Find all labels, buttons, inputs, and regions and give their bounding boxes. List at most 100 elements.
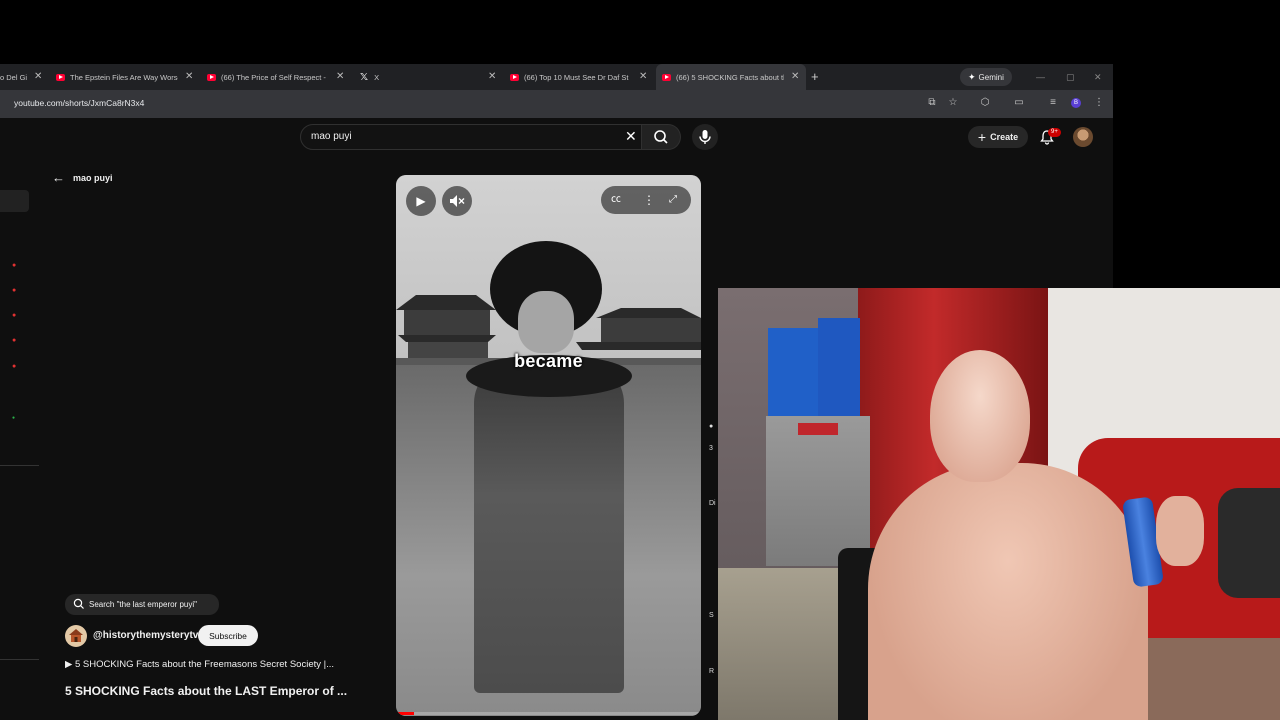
search-icon [73, 598, 85, 612]
account-avatar[interactable] [1073, 127, 1093, 147]
tab-close-icon[interactable]: ✕ [185, 64, 193, 90]
new-content-dot-icon: ● [12, 415, 16, 421]
progress-track[interactable] [396, 712, 701, 715]
tab-title: X [374, 72, 380, 82]
side-panel-icon[interactable]: ▭ [1012, 96, 1026, 110]
install-app-icon[interactable]: ⧉ [925, 96, 939, 110]
play-button[interactable]: ▶ [406, 186, 436, 216]
back-arrow-icon: ← [52, 170, 65, 185]
video-caption: became [514, 351, 583, 371]
sidebar-divider [0, 659, 39, 660]
webcam-pillow [1218, 488, 1280, 598]
youtube-icon [510, 73, 519, 81]
muted-speaker-icon [450, 195, 465, 207]
top-black-area [0, 0, 1280, 64]
temple-logo-icon [69, 629, 83, 642]
fullscreen-icon[interactable]: ⤢ [669, 186, 677, 214]
browser-tab-active[interactable]: (66) 5 SHOCKING Facts about th [656, 64, 806, 90]
progress-fill [396, 712, 414, 715]
live-indicator-icon: ● [12, 312, 17, 319]
close-window-icon[interactable]: ✕ [1094, 64, 1102, 90]
webcam-mini-fridge [766, 416, 870, 566]
related-playlist-link[interactable]: ▶ 5 SHOCKING Facts about the Freemasons … [65, 659, 334, 670]
subscribe-button[interactable]: Subscribe [198, 625, 258, 646]
shorts-video-player[interactable]: became ▶ ㏄ ⋮ ⤢ [396, 175, 701, 716]
extensions-icon[interactable]: ⬡ [978, 96, 992, 110]
back-to-search[interactable]: ← mao puyi [52, 170, 113, 185]
child-face [518, 291, 574, 353]
tab-close-icon[interactable]: ✕ [639, 64, 647, 90]
action-label-partial: R [709, 668, 715, 675]
microphone-icon [699, 130, 711, 144]
browser-tab[interactable]: The Epstein Files Are Way Worse [56, 64, 178, 90]
create-button[interactable]: + Create [968, 126, 1028, 148]
youtube-icon [207, 73, 216, 81]
video-title: 5 SHOCKING Facts about the LAST Emperor … [65, 684, 348, 698]
browser-tab-bar: o Del Gi The Epstein Files Are Way Worse… [0, 64, 1113, 90]
youtube-icon [56, 73, 65, 81]
gemini-button[interactable]: ✦ Gemini [960, 68, 1012, 86]
clear-search-icon[interactable]: ✕ [625, 128, 637, 145]
search-input[interactable]: mao puyi [311, 131, 352, 142]
kebab-menu-icon[interactable]: ⋮ [1092, 96, 1106, 110]
sidebar-divider [0, 465, 39, 466]
tab-close-icon[interactable]: ✕ [336, 64, 344, 90]
sparkle-icon: ✦ [968, 71, 976, 82]
search-suggestion-text: Search "the last emperor puyi" [89, 600, 197, 609]
search-suggestion-chip[interactable]: Search "the last emperor puyi" [65, 594, 219, 615]
more-options-icon[interactable]: ⋮ [643, 186, 655, 214]
tab-title: (66) The Price of Self Respect - [221, 72, 326, 82]
x-logo-icon: 𝕏 [360, 71, 369, 83]
back-label: mao puyi [73, 172, 113, 183]
maximize-icon[interactable]: ▢ [1066, 64, 1075, 90]
search-icon [654, 130, 668, 144]
live-indicator-icon: ● [12, 337, 17, 344]
captions-icon[interactable]: ㏄ [611, 186, 621, 214]
gemini-label: Gemini [978, 72, 1004, 82]
webcam-person-torso [868, 463, 1148, 720]
create-label: Create [990, 132, 1019, 142]
tab-close-icon[interactable]: ✕ [488, 64, 496, 90]
action-label-partial: Di [709, 500, 716, 507]
tab-title: The Epstein Files Are Way Worse [70, 72, 178, 82]
youtube-icon [662, 73, 671, 81]
voice-search-button[interactable] [692, 124, 718, 150]
tab-close-icon[interactable]: ✕ [791, 64, 799, 90]
webcam-person-head [930, 350, 1030, 482]
sidebar-selected-item[interactable] [0, 190, 29, 212]
notification-count-badge: 9+ [1048, 128, 1061, 137]
bookmark-star-icon[interactable]: ☆ [946, 96, 960, 110]
play-icon: ▶ [416, 194, 426, 208]
action-count-partial: 3 [709, 445, 713, 452]
webcam-blue-box [768, 328, 818, 418]
plus-icon: + [977, 129, 987, 145]
webcam-blue-box [818, 318, 860, 418]
profile-avatar[interactable]: B [1071, 98, 1081, 108]
action-button-partial[interactable]: ● [709, 423, 713, 430]
browser-tab[interactable]: o Del Gi [0, 64, 28, 90]
tab-title: (66) Top 10 Must See Dr Daf St [524, 72, 629, 82]
search-button[interactable] [642, 124, 681, 150]
live-indicator-icon: ● [12, 287, 17, 294]
browser-tab[interactable]: (66) The Price of Self Respect - [207, 64, 327, 90]
action-label-partial: S [709, 612, 714, 619]
url-field[interactable]: youtube.com/shorts/JxmCa8rN3x4 [14, 98, 144, 108]
channel-handle[interactable]: @historythemysterytv [93, 630, 198, 641]
mute-button[interactable] [442, 186, 472, 216]
live-indicator-icon: ● [12, 262, 17, 269]
webcam-overlay [718, 288, 1280, 720]
webcam-person-hand [1156, 496, 1204, 566]
tab-close-icon[interactable]: ✕ [34, 64, 42, 90]
browser-tab[interactable]: (66) Top 10 Must See Dr Daf St [510, 64, 632, 90]
minimize-icon[interactable]: — [1036, 64, 1045, 90]
tab-title: o Del Gi [0, 72, 28, 82]
channel-avatar[interactable] [65, 625, 87, 647]
player-controls: ㏄ ⋮ ⤢ [601, 186, 691, 214]
tab-title: (66) 5 SHOCKING Facts about th [676, 72, 784, 82]
new-tab-icon[interactable]: + [811, 64, 819, 90]
live-indicator-icon: ● [12, 363, 17, 370]
webcam-sticker [798, 423, 838, 435]
media-controls-icon[interactable]: ≡ [1046, 96, 1060, 110]
child-robe [474, 363, 624, 693]
browser-tab[interactable]: 𝕏 X [360, 64, 480, 90]
